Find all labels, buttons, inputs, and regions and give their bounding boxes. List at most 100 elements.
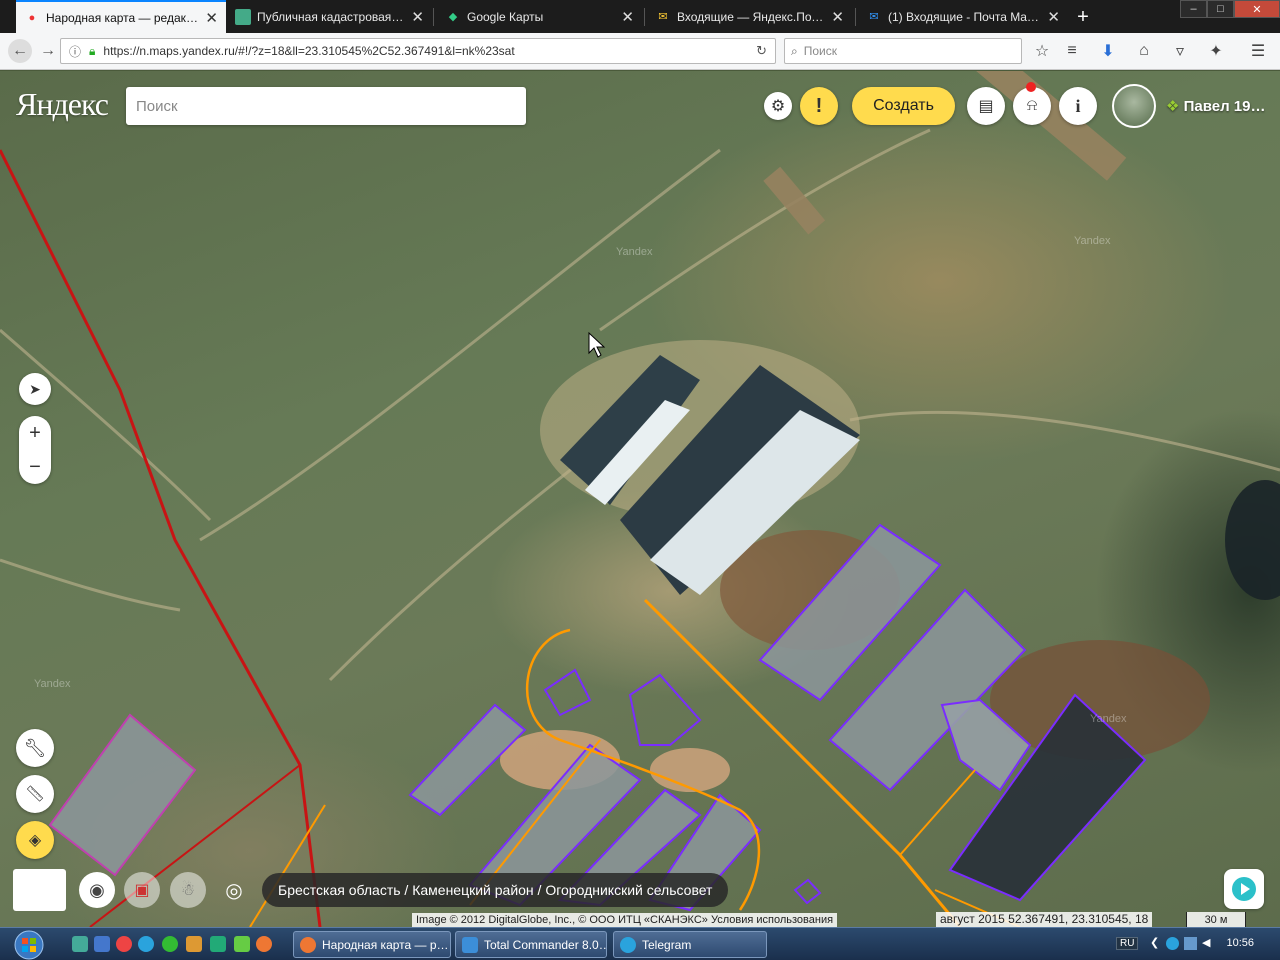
close-tab-icon[interactable]: ✕ [411, 8, 424, 26]
quicklaunch-chrome-icon[interactable] [116, 936, 132, 952]
minimize-window-button[interactable]: – [1180, 0, 1207, 18]
volume-icon[interactable]: ◀ [1202, 936, 1210, 949]
url-text: https://n.maps.yandex.ru/#!/?z=18&ll=23.… [103, 44, 515, 58]
task-total-commander[interactable]: Total Commander 8.0… [455, 931, 607, 958]
clock[interactable]: 10:56 [1226, 937, 1254, 949]
settings-button[interactable]: ⚙ [764, 92, 792, 120]
coordinates-readout: август 2015 52.367491, 23.310545, 18 [936, 912, 1153, 927]
tab-label: Входящие — Яндекс.Почта [677, 9, 826, 24]
tab-label: Народная карта — редакто… [46, 10, 200, 25]
map-search-input[interactable] [126, 87, 526, 125]
bell-icon: ⍾ [1026, 97, 1038, 114]
tab-label: Google Карты [467, 9, 544, 24]
minimap-panel[interactable] [13, 869, 66, 911]
layers-icon: ◈ [28, 832, 42, 849]
maximize-window-button[interactable]: □ [1207, 0, 1234, 18]
reload-icon[interactable]: ↻ [756, 43, 767, 59]
quicklaunch-telegram-icon[interactable] [138, 936, 154, 952]
tab-separator [644, 8, 645, 26]
task-firefox[interactable]: Народная карта — р… [293, 931, 451, 958]
map-imagery-layer [0, 71, 1280, 927]
bookmark-star-icon[interactable]: ☆ [1030, 39, 1054, 63]
close-tab-icon[interactable]: ✕ [831, 8, 844, 26]
tools-button[interactable]: 🔧︎ [16, 729, 54, 767]
arrow-left-icon: ← [12, 42, 28, 59]
menu-hamburger-icon[interactable]: ☰ [1246, 39, 1270, 63]
presentation-button[interactable] [1224, 869, 1264, 909]
close-tab-icon[interactable]: ✕ [205, 9, 218, 27]
tray-chevron-icon[interactable]: ❮ [1150, 936, 1159, 949]
terms-link[interactable]: Условия использования [711, 914, 833, 926]
pocket-icon[interactable]: ▿ [1168, 39, 1192, 63]
quicklaunch-app-icon[interactable] [162, 936, 178, 952]
map-watermark: Yandex [1090, 713, 1127, 725]
close-window-button[interactable]: ✕ [1234, 0, 1280, 18]
arrow-right-icon: → [40, 42, 56, 59]
yandex-logo[interactable]: Яндекс [16, 86, 109, 123]
copyright-notice: Image © 2012 DigitalGlobe, Inc., © ООО И… [412, 913, 838, 927]
panorama-layer-button[interactable]: ☃ [170, 872, 206, 908]
close-tab-icon[interactable]: ✕ [621, 8, 634, 26]
quicklaunch-explorer-icon[interactable] [72, 936, 88, 952]
download-icon[interactable]: ⬇ [1096, 39, 1120, 63]
firefox-icon [300, 936, 316, 953]
map-watermark: Yandex [1074, 235, 1111, 247]
scale-bar: 30 м [1186, 912, 1246, 927]
quicklaunch-app-icon[interactable] [234, 936, 250, 952]
start-button[interactable] [10, 929, 48, 960]
create-button[interactable]: Создать [852, 87, 955, 125]
avatar[interactable] [1112, 84, 1156, 128]
windows-logo-icon [14, 930, 44, 959]
network-icon[interactable] [1184, 937, 1197, 950]
zoom-control: + − [19, 416, 51, 484]
imagery-date: август 2015 [940, 912, 1005, 926]
mail-ru-icon: ✉ [869, 11, 879, 23]
zoom-in-button[interactable]: + [19, 416, 51, 450]
back-button[interactable]: ← [8, 39, 32, 63]
messages-button[interactable]: ▤ [967, 87, 1005, 125]
photo-layer-button[interactable]: ▣ [124, 872, 160, 908]
close-tab-icon[interactable]: ✕ [1047, 8, 1060, 26]
geolocation-button[interactable]: ➤ [19, 373, 51, 405]
home-icon[interactable]: ⌂ [1132, 39, 1156, 63]
tab-google-maps[interactable]: ◆ Google Карты ✕ [437, 0, 642, 33]
total-commander-icon [462, 936, 478, 953]
reading-list-icon[interactable]: ≡ [1060, 39, 1084, 63]
tab-label: Публичная кадастровая ка… [257, 9, 406, 24]
user-name[interactable]: ❖ Павел 19… [1166, 97, 1266, 115]
language-indicator[interactable]: RU [1116, 937, 1139, 950]
quicklaunch-save-icon[interactable] [94, 936, 110, 952]
tab-mail-ru[interactable]: ✉ (1) Входящие - Почта Mail.ru ✕ [858, 0, 1068, 33]
map-watermark: Yandex [616, 246, 653, 258]
zoom-out-button[interactable]: − [19, 450, 51, 484]
tab-narodnaya-karta[interactable]: ● Народная карта — редакто… ✕ [16, 0, 226, 33]
browser-search-bar[interactable]: ⌕ [784, 38, 1022, 64]
tab-label: (1) Входящие - Почта Mail.ru [888, 9, 1042, 24]
ruler-button[interactable]: 📏︎ [16, 775, 54, 813]
task-telegram[interactable]: Telegram [613, 931, 767, 958]
location-breadcrumb[interactable]: Брестская область / Каменецкий район / О… [262, 873, 729, 907]
satellite-map[interactable]: Yandex Yandex Yandex Yandex [0, 71, 1280, 927]
notifications-button[interactable]: ⍾ [1013, 87, 1051, 125]
envelope-icon: ✉ [658, 11, 668, 23]
info-icon[interactable]: ⓘ [69, 43, 81, 60]
address-bar[interactable]: ⓘ 🔒︎ https://n.maps.yandex.ru/#!/?z=18&l… [60, 38, 776, 64]
browser-search-input[interactable] [803, 44, 1004, 58]
tab-cadastral-map[interactable]: Публичная кадастровая ка… ✕ [227, 0, 432, 33]
cadastral-favicon-icon [235, 8, 251, 25]
extension-icon[interactable]: ✦ [1204, 39, 1228, 63]
quicklaunch-pdf-icon[interactable] [186, 936, 202, 952]
placemark-layer-button[interactable]: ◎ [216, 872, 252, 908]
quicklaunch-app-icon[interactable] [210, 936, 226, 952]
profile-layer-button[interactable]: ◉ [79, 872, 115, 908]
location-arrow-icon: ➤ [29, 380, 41, 397]
new-tab-button[interactable]: + [1072, 6, 1094, 29]
forward-button[interactable]: → [36, 39, 60, 63]
tray-telegram-icon[interactable] [1166, 937, 1179, 950]
task-label: Total Commander 8.0… [484, 937, 607, 952]
tab-yandex-mail[interactable]: ✉ Входящие — Яндекс.Почта ✕ [647, 0, 852, 33]
alert-button[interactable]: ! [800, 87, 838, 125]
quicklaunch-firefox-icon[interactable] [256, 936, 272, 952]
layers-button[interactable]: ◈ [16, 821, 54, 859]
info-button[interactable]: i [1059, 87, 1097, 125]
